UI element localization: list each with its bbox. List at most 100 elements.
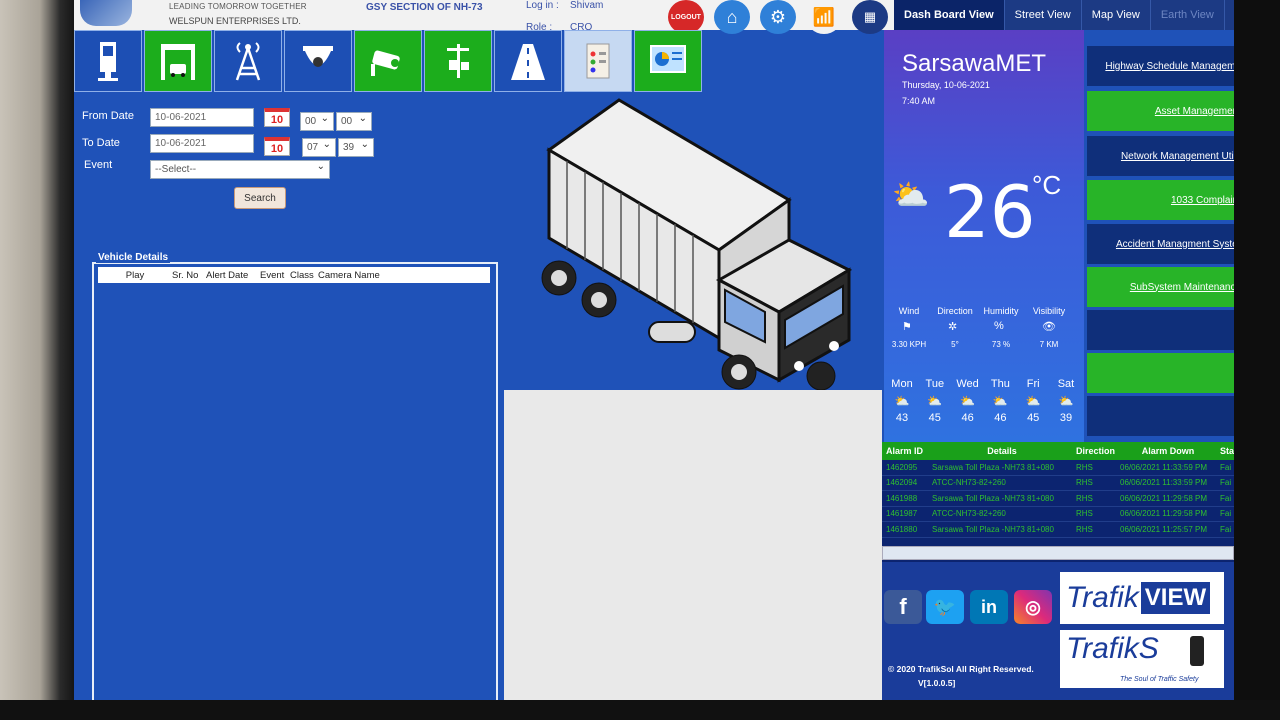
column-header[interactable]: Class bbox=[290, 270, 318, 281]
weather-station-tool-button[interactable] bbox=[424, 30, 492, 92]
network-management-button[interactable]: Network Management Utilit bbox=[1087, 136, 1234, 176]
table-row[interactable]: 1461880 Sarsawa Toll Plaza -NH73 81+080 … bbox=[882, 522, 1234, 538]
trafiksol-logo-text: TrafikS bbox=[1066, 632, 1159, 665]
home-button[interactable]: ⌂ bbox=[714, 0, 750, 34]
copyright-text: © 2020 TrafikSol All Right Reserved. bbox=[888, 664, 1034, 674]
wifi-icon: 📶 bbox=[812, 6, 836, 27]
forecast-day: Mon ⛅ 43 bbox=[886, 378, 918, 424]
control-panel-tool-button[interactable] bbox=[564, 30, 632, 92]
vehicle-gantry-icon bbox=[161, 44, 195, 80]
highway-schedule-button[interactable]: Highway Schedule Manageme bbox=[1087, 46, 1234, 86]
alarm-down: 06/06/2021 11:33:59 PM bbox=[1120, 462, 1208, 472]
device-toolbar bbox=[74, 30, 704, 92]
column-header[interactable]: Play bbox=[98, 270, 172, 281]
humidity-label: Humidity bbox=[983, 306, 1019, 316]
to-calendar-button[interactable]: 10 bbox=[264, 137, 290, 156]
table-row[interactable]: 1462095 Sarsawa Toll Plaza -NH73 81+080 … bbox=[882, 460, 1234, 476]
complaint-1033-button[interactable]: 1033 Complaint bbox=[1087, 180, 1234, 220]
trafikview-logo-text-b: VIEW bbox=[1140, 582, 1211, 614]
table-row[interactable]: 1462094 ATCC-NH73-82+260 RHS 06/06/2021 … bbox=[882, 476, 1234, 491]
kiosk-tool-button[interactable] bbox=[74, 30, 142, 92]
wind-value: 3.30 KPH bbox=[891, 340, 927, 349]
twitter-icon[interactable]: 🐦 bbox=[926, 590, 964, 624]
alarms-horizontal-scrollbar[interactable] bbox=[882, 546, 1234, 560]
forecast-day: Thu ⛅ 46 bbox=[984, 378, 1016, 424]
column-header[interactable]: Stat bbox=[1216, 446, 1234, 456]
dome-camera-icon bbox=[303, 46, 333, 67]
empty-button-2[interactable] bbox=[1087, 353, 1234, 393]
column-header[interactable]: Alarm ID bbox=[882, 446, 928, 456]
version-text: V[1.0.0.5] bbox=[918, 678, 956, 688]
road-icon bbox=[511, 44, 545, 80]
column-header[interactable]: Camera Name bbox=[318, 270, 398, 281]
dome-camera-tool-button[interactable] bbox=[284, 30, 352, 92]
view-tabs: Dash Board View Street View Map View Ear… bbox=[894, 0, 1234, 30]
from-date-input[interactable]: 10-06-2021 bbox=[150, 108, 254, 127]
vehicle-details-header: Play Sr. No Alert Date Event Class Camer… bbox=[98, 267, 490, 283]
wind-stat: Wind ⚑ 3.30 KPH bbox=[884, 306, 934, 349]
header-bar: LEADING TOMORROW TOGETHER WELSPUN ENTERP… bbox=[74, 0, 894, 34]
dashboard-chart-tool-button[interactable] bbox=[634, 30, 702, 92]
visibility-stat: Visibility 👁 7 KM bbox=[1024, 306, 1074, 349]
logout-label: LOGOUT bbox=[671, 13, 701, 21]
from-minute-select[interactable]: 00 bbox=[336, 112, 372, 131]
accident-management-button[interactable]: Accident Managment Syster bbox=[1087, 224, 1234, 264]
tower-tool-button[interactable] bbox=[214, 30, 282, 92]
event-select[interactable]: --Select-- bbox=[150, 160, 330, 179]
facebook-icon[interactable]: f bbox=[884, 590, 922, 624]
asset-management-button[interactable]: Asset Management bbox=[1087, 91, 1234, 131]
empty-button-1[interactable] bbox=[1087, 310, 1234, 350]
wifi-button[interactable]: 📶 bbox=[806, 0, 842, 34]
visibility-icon: 👁 bbox=[1042, 321, 1056, 333]
column-header[interactable]: Sr. No bbox=[172, 270, 206, 281]
linkedin-icon[interactable]: in bbox=[970, 590, 1008, 624]
tab-street-view[interactable]: Street View bbox=[1005, 0, 1082, 30]
subsystem-maintenance-button[interactable]: SubSystem Maintenance bbox=[1087, 267, 1234, 307]
forecast-day: Tue ⛅ 45 bbox=[919, 378, 951, 424]
table-row[interactable]: 1461988 Sarsawa Toll Plaza -NH73 81+080 … bbox=[882, 491, 1234, 507]
apps-button[interactable]: ▦ bbox=[852, 0, 888, 34]
vehicle-gantry-tool-button[interactable] bbox=[144, 30, 212, 92]
forecast-temp: 45 bbox=[1027, 412, 1040, 424]
alarm-details: ATCC-NH73-82+260 bbox=[932, 478, 1006, 488]
alarm-id: 1462095 bbox=[886, 462, 918, 472]
alarm-details: Sarsawa Toll Plaza -NH73 81+080 bbox=[932, 524, 1054, 534]
direction-value: 5° bbox=[951, 340, 959, 349]
tab-earth-view[interactable]: Earth View bbox=[1151, 0, 1225, 30]
from-hour-select[interactable]: 00 bbox=[300, 112, 334, 131]
column-header[interactable]: Direction bbox=[1072, 446, 1116, 456]
table-row[interactable]: 1461987 ATCC-NH73-82+260 RHS 06/06/2021 … bbox=[882, 507, 1234, 522]
section-title: GSY SECTION OF NH-73 bbox=[366, 2, 483, 13]
apps-icon: ▦ bbox=[863, 9, 877, 24]
from-calendar-button[interactable]: 10 bbox=[264, 108, 290, 127]
to-hour-select[interactable]: 07 bbox=[302, 138, 336, 157]
column-header[interactable]: Details bbox=[928, 446, 1072, 456]
alarm-down: 06/06/2021 11:25:57 PM bbox=[1120, 524, 1208, 534]
sun-cloud-icon: ⛅ bbox=[894, 394, 910, 408]
company-name: WELSPUN ENTERPRISES LTD. bbox=[169, 16, 301, 26]
vehicle-details-title: Vehicle Details bbox=[96, 252, 171, 263]
road-tool-button[interactable] bbox=[494, 30, 562, 92]
forecast-day-name: Thu bbox=[990, 378, 1010, 390]
monitor-bezel-bottom bbox=[0, 700, 1280, 720]
search-button[interactable]: Search bbox=[234, 187, 286, 209]
empty-button-3[interactable] bbox=[1087, 396, 1234, 436]
footer: f 🐦 in ◎ Trafik VIEW TrafikS The Soul of… bbox=[882, 562, 1234, 700]
column-header[interactable]: Alarm Down bbox=[1116, 446, 1216, 456]
column-header[interactable]: Alert Date bbox=[206, 270, 260, 281]
settings-button[interactable]: ⚙ bbox=[760, 0, 796, 34]
cctv-camera-tool-button[interactable] bbox=[354, 30, 422, 92]
logout-button[interactable]: LOGOUT bbox=[668, 0, 704, 34]
sun-cloud-icon: ⛅ bbox=[927, 394, 943, 408]
tab-map-view[interactable]: Map View bbox=[1082, 0, 1151, 30]
tab-dashboard-view[interactable]: Dash Board View bbox=[894, 0, 1005, 30]
column-header[interactable]: Event bbox=[260, 270, 290, 281]
to-date-input[interactable]: 10-06-2021 bbox=[150, 134, 254, 153]
to-minute-select[interactable]: 39 bbox=[338, 138, 374, 157]
instagram-icon[interactable]: ◎ bbox=[1014, 590, 1052, 624]
vehicle-details-panel bbox=[92, 262, 498, 700]
humidity-stat: Humidity % 73 % bbox=[976, 306, 1026, 349]
alarms-table: Alarm ID Details Direction Alarm Down St… bbox=[882, 442, 1234, 562]
humidity-value: 73 % bbox=[991, 340, 1011, 349]
monitor-bezel-left bbox=[0, 0, 74, 720]
